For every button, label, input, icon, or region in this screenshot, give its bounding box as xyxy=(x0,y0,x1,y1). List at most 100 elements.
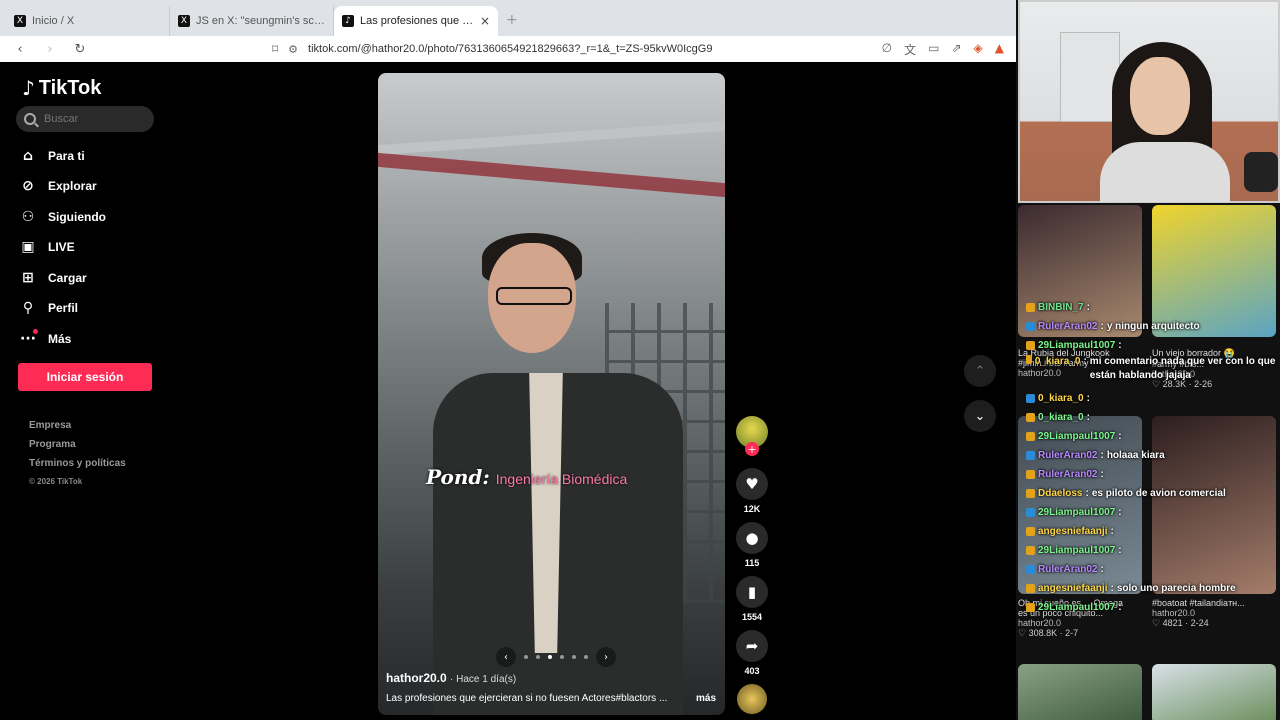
more-icon: ··· xyxy=(20,328,38,347)
tab-title: JS en X: "seungmin's scooter now a xyxy=(196,15,325,27)
search-box[interactable] xyxy=(16,106,154,132)
browser-tab-3[interactable]: ♪ Las profesiones que ejercieran s × xyxy=(334,6,498,36)
bookmark-icon[interactable]: ⌑ xyxy=(272,42,278,56)
screen-icon[interactable]: ▭ xyxy=(928,41,939,58)
chat-message: 29Liampaul1007 : xyxy=(1026,336,1278,355)
sidebar-item-para-ti[interactable]: ⌂ Para ti xyxy=(20,146,106,166)
prev-photo-icon[interactable]: ‹ xyxy=(496,647,516,667)
chat-text: y ningun arquitecto xyxy=(1106,321,1200,332)
brave-rewards-icon[interactable]: ▲ xyxy=(995,41,1004,58)
chat-message: 29Liampaul1007 : xyxy=(1026,427,1278,446)
ceiling-beam xyxy=(378,120,725,156)
chat-username: Ddaeloss xyxy=(1038,488,1083,499)
sidebar-item-mas[interactable]: ··· Más xyxy=(20,328,106,349)
footer-link-programa[interactable]: Programa xyxy=(29,439,126,450)
url-text[interactable]: tiktok.com/@hathor20.0/photo/76313606549… xyxy=(308,43,868,55)
profile-icon: ⚲ xyxy=(22,300,34,317)
translate-icon[interactable]: 文 xyxy=(904,41,916,58)
sidebar-item-siguiendo[interactable]: ⚇ Siguiendo xyxy=(20,207,106,227)
like-button[interactable]: ♥ xyxy=(736,468,768,500)
creator-avatar[interactable]: + xyxy=(736,416,768,456)
chat-badge-icon xyxy=(1026,303,1035,312)
author-name[interactable]: hathor20.0 xyxy=(386,671,447,685)
chat-message: angesniefaanji : solo uno parecia hombre xyxy=(1026,579,1278,598)
footer-link-terminos[interactable]: Términos y políticas xyxy=(29,458,126,469)
share-button[interactable]: ➦ xyxy=(736,630,768,662)
pager-dot xyxy=(584,655,588,659)
save-button[interactable]: ▮ xyxy=(736,576,768,608)
more-link[interactable]: más xyxy=(696,693,716,704)
video-thumbnail[interactable] xyxy=(1018,664,1142,720)
close-icon[interactable]: × xyxy=(480,14,490,28)
photo-pager: ‹ › xyxy=(496,647,616,667)
upload-icon: ⊞ xyxy=(22,269,34,286)
sidebar-item-live[interactable]: ▣ LIVE xyxy=(20,238,106,258)
footer-link-empresa[interactable]: Empresa xyxy=(29,420,126,431)
chat-message: BINBIN_7 : xyxy=(1026,298,1278,317)
following-icon: ⚇ xyxy=(21,208,35,225)
chat-message: RulerAran02 : xyxy=(1026,465,1278,484)
chat-badge-icon xyxy=(1026,394,1035,403)
sidebar-item-label: Explorar xyxy=(48,179,97,194)
pager-dot xyxy=(560,655,564,659)
author-line: hathor20.0 · Hace 1 día(s) xyxy=(386,671,716,685)
translate-off-icon[interactable]: ∅ xyxy=(882,41,892,58)
post-age: · Hace 1 día(s) xyxy=(450,674,517,685)
brave-shield-icon[interactable]: ◈ xyxy=(974,41,983,58)
chat-text: solo uno parecia hombre xyxy=(1116,583,1236,594)
notification-dot xyxy=(33,328,38,334)
address-bar[interactable]: ⌑ ⚙ tiktok.com/@hathor20.0/photo/7631360… xyxy=(272,42,868,56)
comment-button[interactable]: ● xyxy=(736,522,768,554)
video-description: Las profesiones que ejercieran si no fue… xyxy=(386,693,716,704)
tiktok-logo[interactable]: ♪ TikTok xyxy=(22,76,101,100)
next-photo-icon[interactable]: › xyxy=(596,647,616,667)
music-disc[interactable] xyxy=(737,684,767,714)
prev-video-button[interactable]: ⌃ xyxy=(964,355,996,387)
live-icon: ▣ xyxy=(21,239,35,256)
video-meta: hathor20.0 · Hace 1 día(s) Las profesion… xyxy=(386,671,716,704)
chat-badge-icon xyxy=(1026,584,1035,593)
sidebar-item-perfil[interactable]: ⚲ Perfil xyxy=(20,299,106,319)
chat-username: RulerAran02 xyxy=(1038,450,1098,461)
chat-message: 0_kiara_0 : mi comentario nada que ver co… xyxy=(1026,355,1278,389)
chat-badge-icon xyxy=(1026,322,1035,331)
chat-username: 29Liampaul1007 xyxy=(1038,602,1116,613)
chat-username: angesniefaanji xyxy=(1038,526,1108,537)
site-info-icon[interactable]: ⚙ xyxy=(288,43,298,56)
chat-badge-icon xyxy=(1026,413,1035,422)
x-logo-icon: X xyxy=(178,15,190,27)
footer-links: Empresa Programa Términos y políticas © … xyxy=(29,420,126,486)
pager-dot xyxy=(536,655,540,659)
reload-icon[interactable]: ↻ xyxy=(72,42,88,57)
new-tab-icon[interactable]: + xyxy=(506,12,518,28)
video-player[interactable]: Pond: Ingeniería Biomédica ‹ › hathor20.… xyxy=(378,73,725,715)
chat-text: mi comentario nada que ver con lo que es… xyxy=(1089,356,1276,381)
login-button[interactable]: Iniciar sesión xyxy=(18,363,152,391)
chat-username: RulerAran02 xyxy=(1038,321,1098,332)
chat-badge-icon xyxy=(1026,565,1035,574)
search-input[interactable] xyxy=(44,113,144,125)
next-video-button[interactable]: ⌄ xyxy=(964,400,996,432)
follow-plus-icon[interactable]: + xyxy=(745,442,759,456)
caption-value: Ingeniería Biomédica xyxy=(495,471,628,487)
chat-badge-icon xyxy=(1026,451,1035,460)
sidebar-item-cargar[interactable]: ⊞ Cargar xyxy=(20,268,106,288)
share-arrow-icon: ➦ xyxy=(745,637,759,655)
chat-message: 29Liampaul1007 : xyxy=(1026,598,1278,617)
comment-count: 115 xyxy=(744,558,760,568)
browser-tab-1[interactable]: X Inicio / X xyxy=(6,6,170,36)
heart-icon: ♥ xyxy=(745,475,759,493)
sidebar-item-explorar[interactable]: ⊘ Explorar xyxy=(20,177,106,197)
chevron-down-icon: ⌄ xyxy=(974,408,986,424)
video-thumbnail[interactable] xyxy=(1152,664,1276,720)
tab-title: Inicio / X xyxy=(32,15,75,27)
home-icon: ⌂ xyxy=(22,147,34,164)
forward-icon[interactable]: › xyxy=(42,42,58,57)
save-count: 1554 xyxy=(741,612,763,622)
share-icon[interactable]: ⇗ xyxy=(951,41,961,58)
browser-tab-2[interactable]: X JS en X: "seungmin's scooter now a xyxy=(170,6,334,36)
webcam-feed xyxy=(1018,0,1280,203)
chevron-up-icon: ⌃ xyxy=(974,363,986,379)
chat-username: RulerAran02 xyxy=(1038,564,1098,575)
back-icon[interactable]: ‹ xyxy=(12,42,28,57)
